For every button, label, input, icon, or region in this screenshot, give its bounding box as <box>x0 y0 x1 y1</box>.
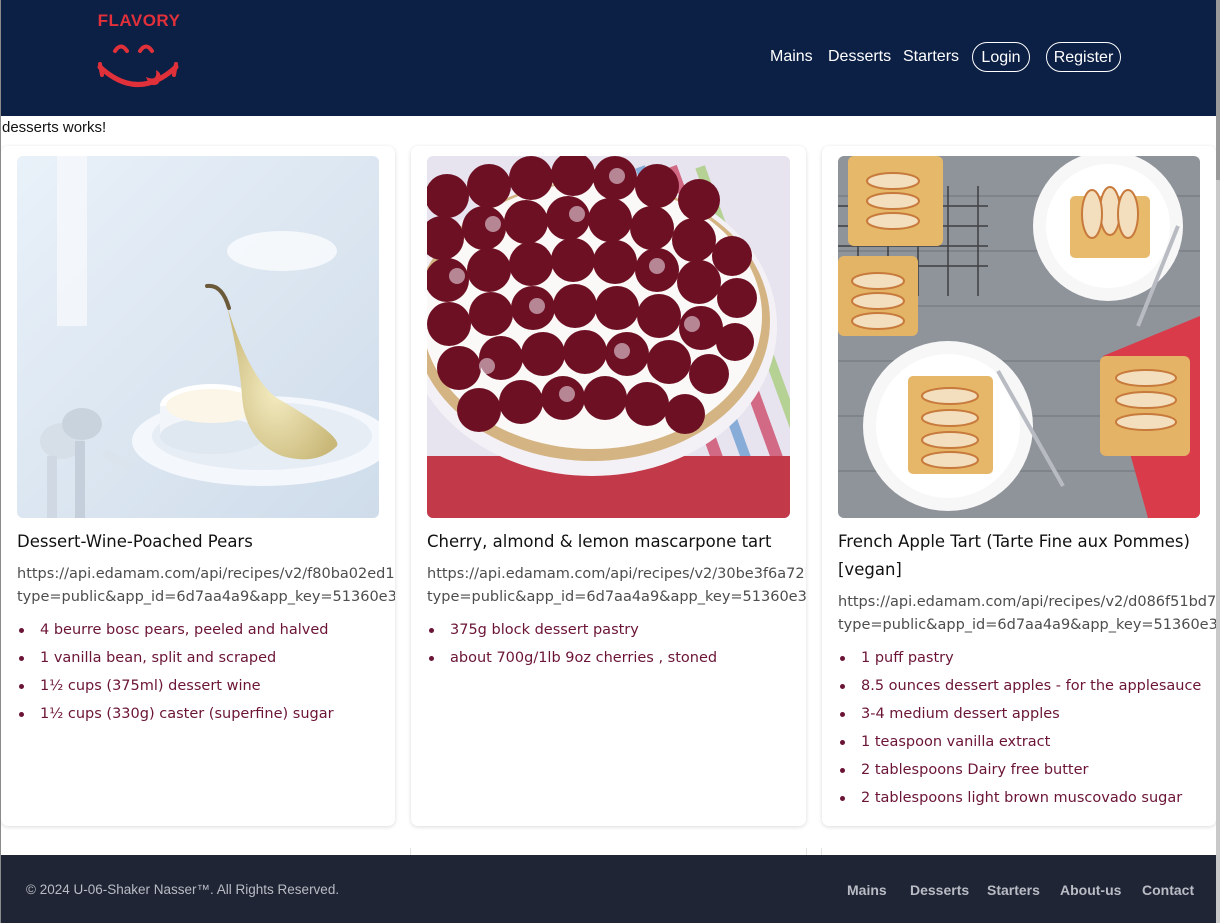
window-frame <box>0 0 1 923</box>
scrollbar-thumb[interactable] <box>1216 0 1220 180</box>
recipe-image-poached-pear[interactable] <box>17 156 379 518</box>
copyright-text: © 2024 U-06-Shaker Nasser™. All Rights R… <box>26 882 340 897</box>
brand-name: FLAVORY <box>97 11 181 30</box>
ingredient-item: 4 beurre bosc pears, peeled and halved <box>17 616 334 644</box>
footer-link-about-us[interactable]: About-us <box>1060 882 1121 898</box>
ingredient-list: 4 beurre bosc pears, peeled and halved 1… <box>17 616 334 728</box>
recipe-url-line: type=public&app_id=6d7aa4a9&app_key=5136… <box>17 589 395 605</box>
recipe-url-line: https://api.edamam.com/api/recipes/v2/f8… <box>17 566 395 582</box>
ingredient-item: about 700g/1lb 9oz cherries , stoned <box>427 644 717 672</box>
ingredient-item: 2 tablespoons Dairy free butter <box>838 756 1201 784</box>
ingredient-list: 375g block dessert pastry about 700g/1lb… <box>427 616 717 672</box>
recipe-url[interactable]: https://api.edamam.com/api/recipes/v2/d0… <box>838 591 1216 637</box>
recipe-image-apple-tart[interactable] <box>838 156 1200 518</box>
recipe-url[interactable]: https://api.edamam.com/api/recipes/v2/f8… <box>17 563 395 609</box>
recipe-title[interactable]: Cherry, almond & lemon mascarpone tart <box>427 528 787 556</box>
recipe-card[interactable]: French Apple Tart (Tarte Fine aux Pommes… <box>822 146 1216 826</box>
ingredient-item: 1 puff pastry <box>838 644 1201 672</box>
nav-link-desserts[interactable]: Desserts <box>828 48 891 66</box>
recipe-card[interactable]: Dessert-Wine-Poached Pears https://api.e… <box>1 146 395 826</box>
main-nav: Mains Desserts Starters Login Register <box>1 42 1216 74</box>
ingredient-item: 375g block dessert pastry <box>427 616 717 644</box>
ingredient-item: 1½ cups (330g) caster (superfine) sugar <box>17 700 334 728</box>
footer-link-desserts[interactable]: Desserts <box>910 882 969 898</box>
login-button[interactable]: Login <box>972 42 1030 72</box>
ingredient-list: 1 puff pastry 8.5 ounces dessert apples … <box>838 644 1201 812</box>
recipe-url-line: type=public&app_id=6d7aa4a9&app_key=5136… <box>838 617 1216 633</box>
component-status-text: desserts works! <box>2 119 107 136</box>
site-footer: © 2024 U-06-Shaker Nasser™. All Rights R… <box>1 855 1216 923</box>
recipe-card[interactable]: Cherry, almond & lemon mascarpone tart h… <box>411 146 806 826</box>
ingredient-item: 3-4 medium dessert apples <box>838 700 1201 728</box>
recipe-url-line: https://api.edamam.com/api/recipes/v2/d0… <box>838 594 1216 610</box>
recipe-title[interactable]: French Apple Tart (Tarte Fine aux Pommes… <box>838 528 1198 584</box>
ingredient-item: 1½ cups (375ml) dessert wine <box>17 672 334 700</box>
ingredient-item: 2 tablespoons light brown muscovado suga… <box>838 784 1201 812</box>
footer-link-starters[interactable]: Starters <box>987 882 1040 898</box>
ingredient-item: 1 teaspoon vanilla extract <box>838 728 1201 756</box>
recipe-image-cherry-tart[interactable] <box>427 156 790 518</box>
register-button[interactable]: Register <box>1046 42 1121 72</box>
recipe-url-line: type=public&app_id=6d7aa4a9&app_key=5136… <box>427 589 806 605</box>
scrollbar[interactable] <box>1216 0 1220 923</box>
recipe-url[interactable]: https://api.edamam.com/api/recipes/v2/30… <box>427 563 806 609</box>
site-header: FLAVORY Mains Desserts Starters Login Re… <box>1 0 1216 116</box>
recipe-url-line: https://api.edamam.com/api/recipes/v2/30… <box>427 566 806 582</box>
ingredient-item: 1 vanilla bean, split and scraped <box>17 644 334 672</box>
footer-link-mains[interactable]: Mains <box>847 882 887 898</box>
recipe-title[interactable]: Dessert-Wine-Poached Pears <box>17 528 377 556</box>
nav-link-starters[interactable]: Starters <box>903 48 959 66</box>
nav-link-mains[interactable]: Mains <box>770 48 813 66</box>
ingredient-item: 8.5 ounces dessert apples - for the appl… <box>838 672 1201 700</box>
footer-link-contact[interactable]: Contact <box>1142 882 1194 898</box>
